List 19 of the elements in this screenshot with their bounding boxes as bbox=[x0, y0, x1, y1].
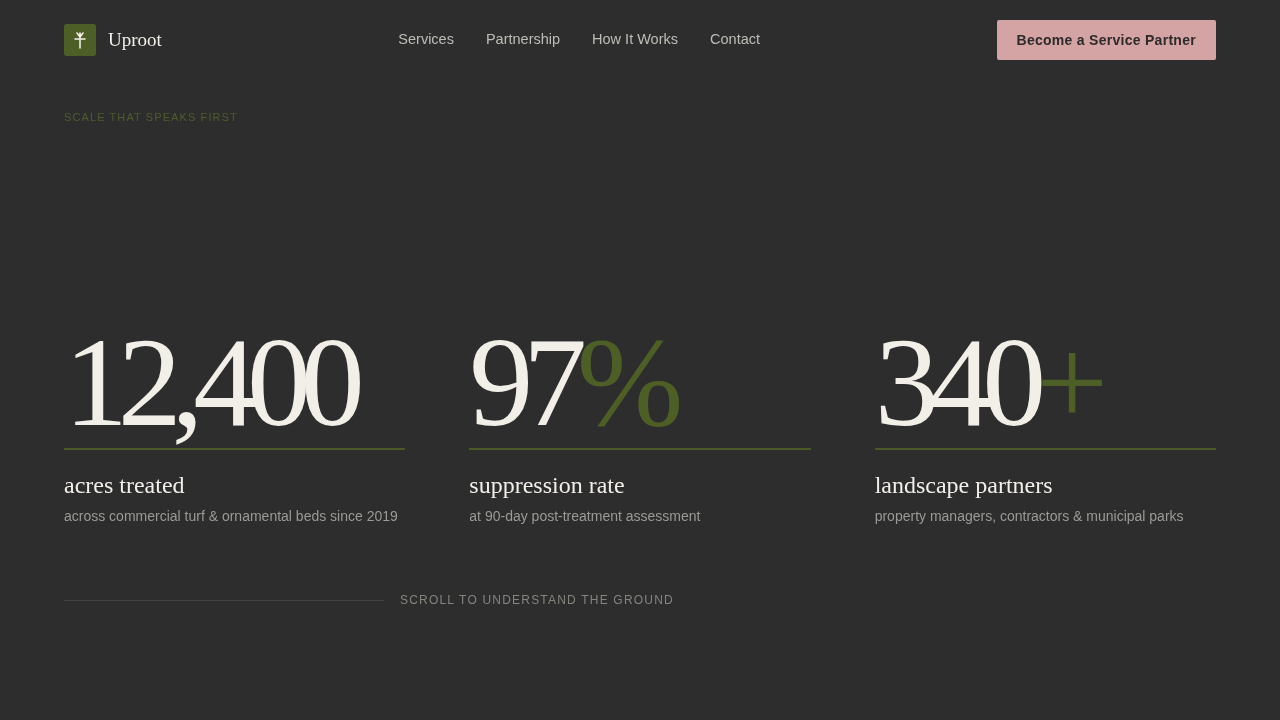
stat-detail: property managers, contractors & municipal parks bbox=[874, 507, 1184, 526]
nav-link[interactable]: Partnership bbox=[485, 29, 561, 51]
partner-button[interactable]: Become a Service Partner bbox=[996, 20, 1216, 60]
stat-label: acres treated bbox=[64, 471, 185, 500]
stat-suffix: + bbox=[1035, 311, 1109, 453]
stat-detail: at 90-day post-treatment assessment bbox=[469, 507, 701, 526]
nav-link[interactable]: Services bbox=[398, 29, 454, 51]
stat-detail: across commercial turf & ornamental beds since 2019 bbox=[64, 507, 398, 526]
stat-label: suppression rate bbox=[469, 471, 625, 500]
nav-link[interactable]: How It Works bbox=[592, 29, 679, 51]
scroll-hint: SCROLL TO UNDERSTAND THE GROUND bbox=[400, 592, 674, 608]
brand-name: Uproot bbox=[108, 27, 162, 52]
stat-label: landscape partners bbox=[874, 471, 1053, 500]
sprout-icon bbox=[64, 24, 96, 56]
stat-value: 97 bbox=[469, 311, 577, 453]
nav-link[interactable]: Contact bbox=[710, 29, 760, 51]
stat-value: 340 bbox=[874, 311, 1036, 453]
stat-value: 12,400 bbox=[64, 311, 365, 453]
stat-suffix: % bbox=[576, 311, 684, 453]
